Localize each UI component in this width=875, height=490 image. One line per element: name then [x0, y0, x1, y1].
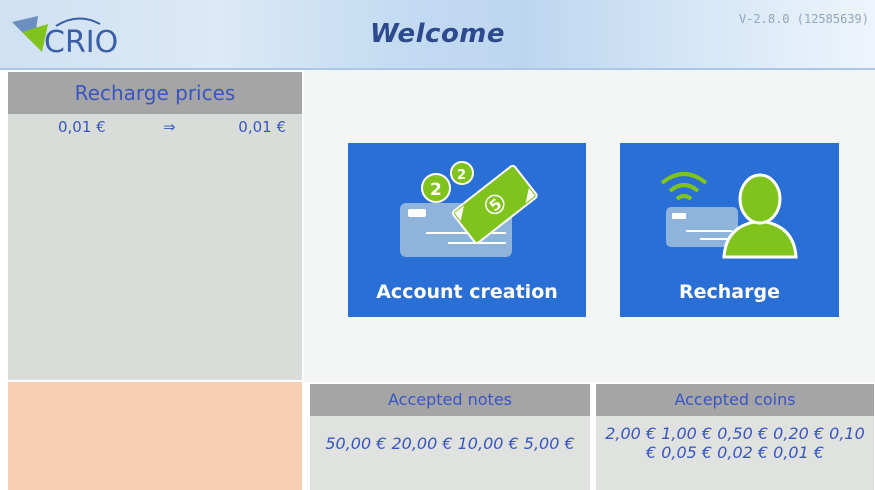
recharge-button[interactable]: Recharge — [620, 143, 839, 317]
recharge-prices-title: Recharge prices — [8, 72, 302, 114]
price-row: 0,01 € ⇒ 0,01 € — [8, 118, 302, 142]
accepted-coins-title: Accepted coins — [596, 384, 874, 416]
svg-text:2: 2 — [430, 180, 442, 200]
version-label: V-2.8.0 (12585639) — [738, 12, 869, 26]
price-from: 0,01 € — [58, 118, 106, 136]
price-to: 0,01 € — [238, 118, 286, 136]
page-title: Welcome — [369, 19, 506, 49]
account-creation-label: Account creation — [376, 281, 558, 303]
info-panel — [8, 382, 302, 490]
accepted-notes-panel: Accepted notes 50,00 € 20,00 € 10,00 € 5… — [310, 384, 590, 490]
svg-text:2: 2 — [457, 168, 466, 183]
main-area: 2 2 5 Account creation Recharge — [304, 70, 875, 382]
recharge-label: Recharge — [679, 281, 780, 303]
accepted-coins-panel: Accepted coins 2,00 € 1,00 € 0,50 € 0,20… — [596, 384, 874, 490]
header-bar: CRIO Welcome V-2.8.0 (12585639) — [0, 0, 875, 70]
account-creation-button[interactable]: 2 2 5 Account creation — [348, 143, 586, 317]
arrow-icon: ⇒ — [163, 118, 176, 136]
accepted-coins-values: 2,00 € 1,00 € 0,50 € 0,20 € 0,10 € 0,05 … — [605, 424, 865, 462]
accepted-notes-title: Accepted notes — [310, 384, 590, 416]
recharge-prices-panel: Recharge prices 0,01 € ⇒ 0,01 € — [8, 72, 302, 380]
accepted-notes-values: 50,00 € 20,00 € 10,00 € 5,00 € — [325, 434, 575, 453]
